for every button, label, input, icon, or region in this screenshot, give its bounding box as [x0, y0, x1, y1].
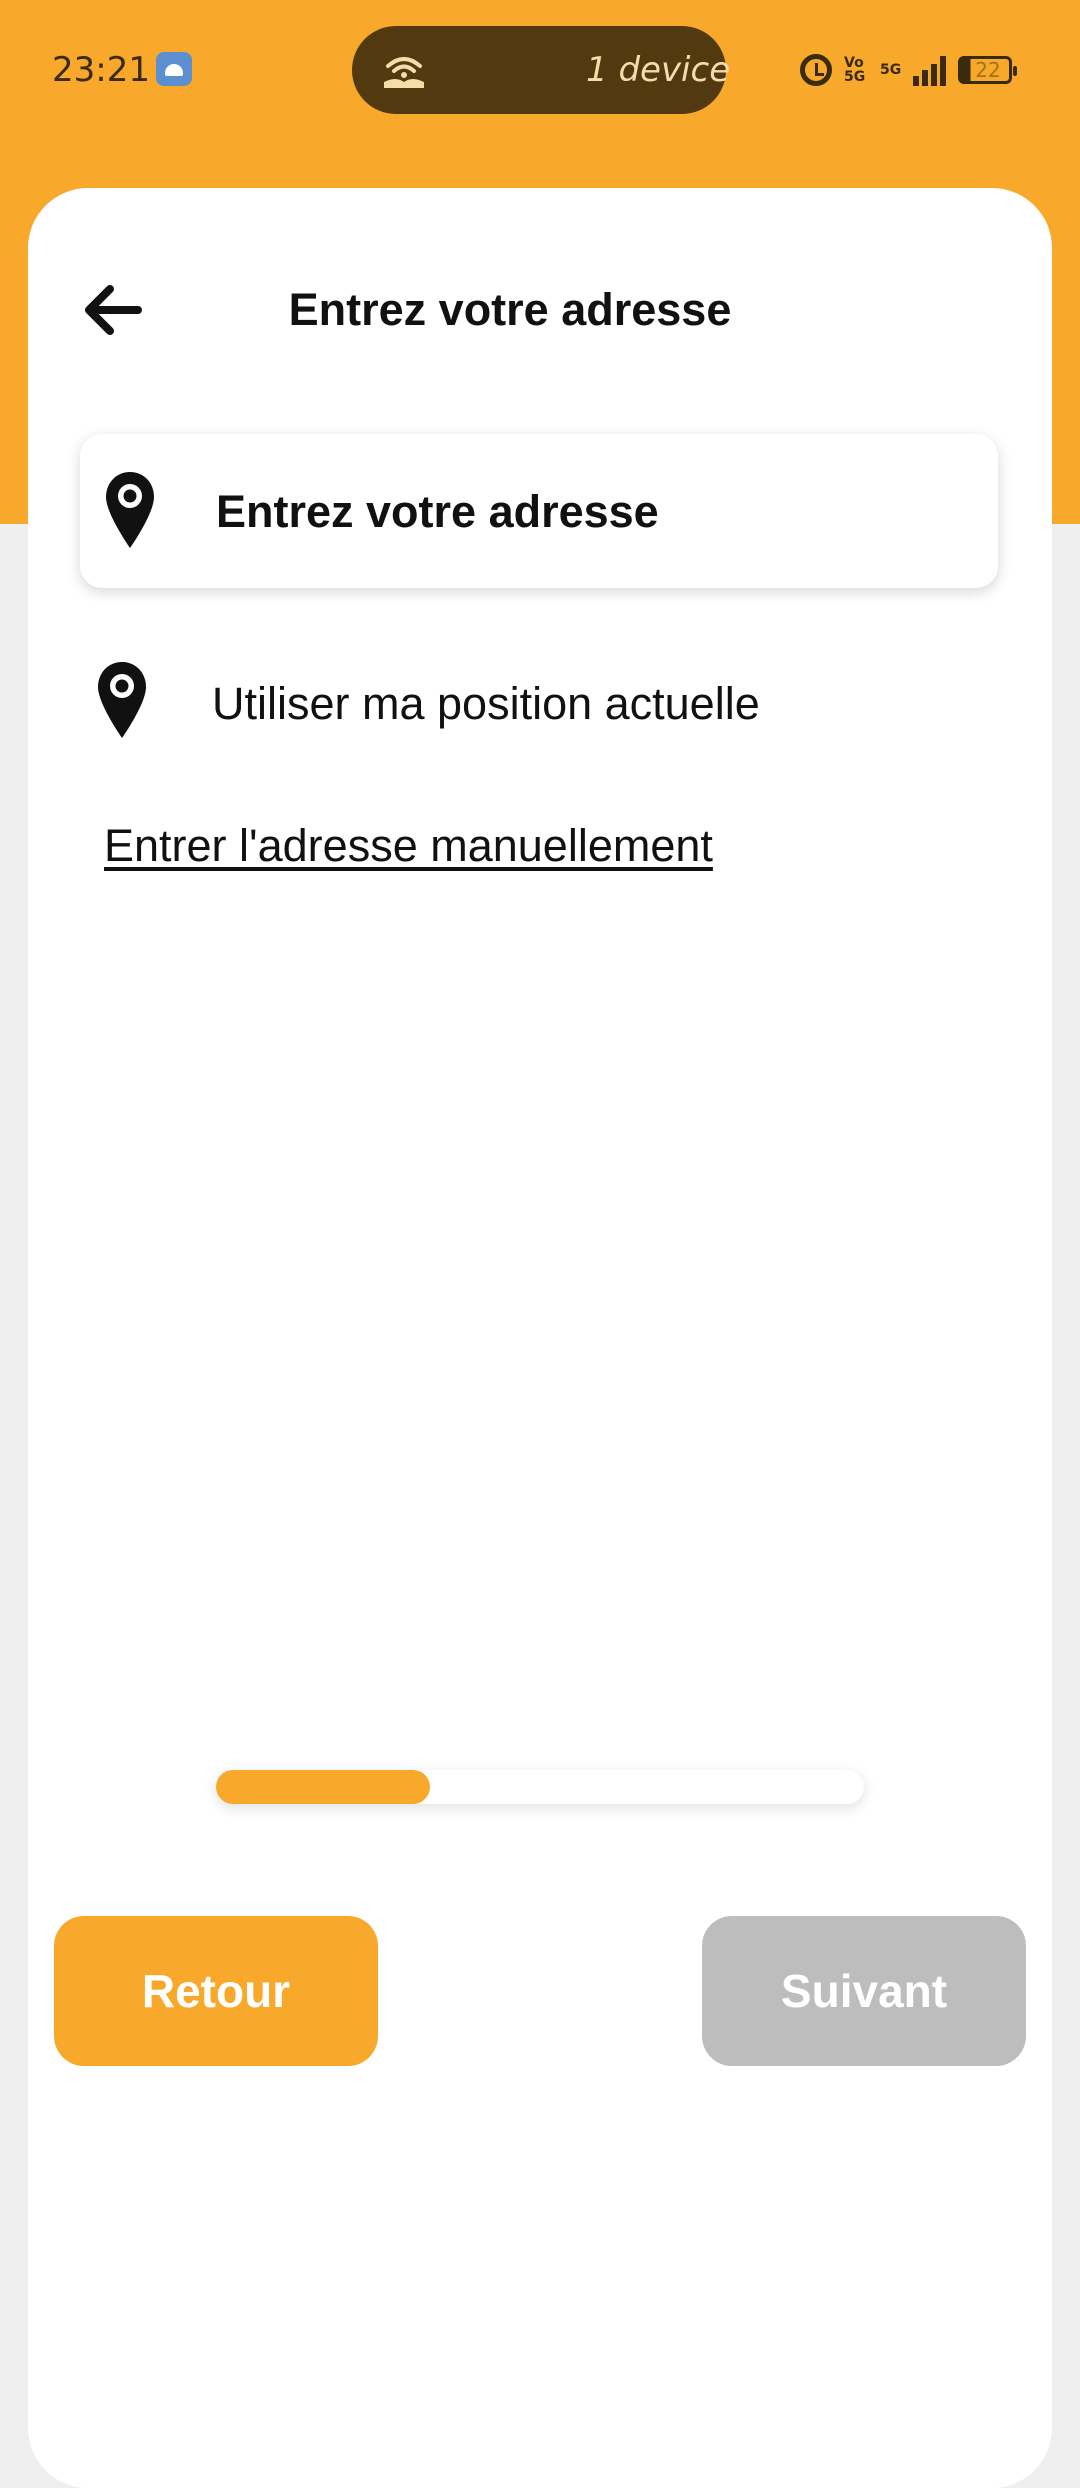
- enter-address-manually-link[interactable]: Entrer l'adresse manuellement: [104, 820, 713, 872]
- volte-icon: Vo 5G: [844, 55, 866, 85]
- use-current-location-option[interactable]: Utiliser ma position actuelle: [80, 640, 998, 770]
- signal-icon: [913, 54, 947, 86]
- page-title: Entrez votre adresse: [288, 284, 732, 335]
- status-time: 23:21: [52, 50, 150, 90]
- hotspot-device-count: 1 device: [586, 50, 731, 90]
- progress-bar-fill: [216, 1770, 430, 1804]
- back-arrow-icon[interactable]: [78, 275, 148, 345]
- alarm-icon: [800, 54, 832, 86]
- android-notification-icon: [156, 52, 192, 86]
- address-search-input[interactable]: Entrez votre adresse: [80, 434, 998, 588]
- back-button[interactable]: Retour: [54, 1916, 378, 2066]
- progress-bar: [216, 1770, 864, 1804]
- address-input-placeholder: Entrez votre adresse: [216, 486, 659, 537]
- status-bar: 23:21 1 device Vo 5G 5G 22: [0, 0, 1080, 140]
- location-pin-icon: [98, 662, 146, 738]
- use-current-location-label: Utiliser ma position actuelle: [212, 678, 760, 729]
- network-type-label: 5G: [880, 62, 902, 78]
- battery-level: 22: [975, 58, 1001, 82]
- hotspot-icon: [384, 57, 424, 88]
- next-button[interactable]: Suivant: [702, 1916, 1026, 2066]
- location-pin-icon: [106, 472, 154, 548]
- battery-icon: 22: [958, 56, 1018, 84]
